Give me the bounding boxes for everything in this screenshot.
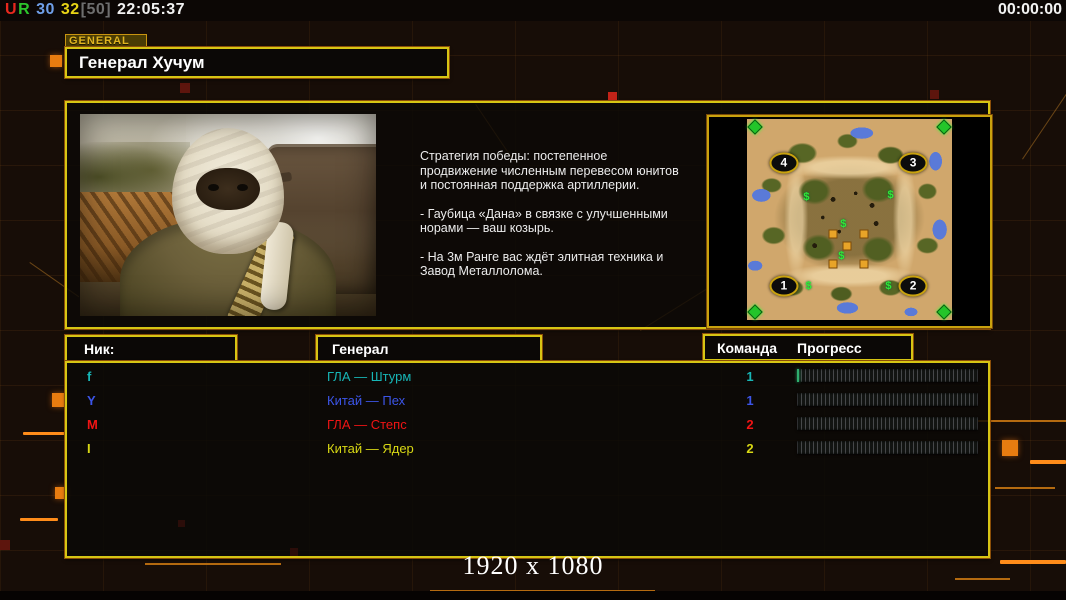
circuit-node-dim — [930, 90, 939, 99]
strategy-paragraph: - На 3м Ранге вас ждёт элитная техника и… — [420, 249, 664, 279]
reinforcement-marker-icon — [936, 304, 952, 320]
vignette — [80, 114, 376, 316]
reinforcement-marker-icon — [936, 119, 952, 135]
divider-line — [1030, 460, 1066, 464]
divider-line — [20, 518, 58, 521]
circuit-node-dim — [180, 83, 190, 93]
diagonal-trace — [1022, 59, 1066, 160]
circuit-node — [1002, 440, 1018, 456]
player-general: ГЛА — Степс — [327, 417, 407, 432]
player-general: ГЛА — Штурм — [327, 369, 412, 384]
bottom-strip — [0, 591, 1066, 600]
start-position-4: 4 — [769, 152, 799, 174]
general-name: Генерал Хучум — [79, 52, 205, 72]
player-nick: I — [87, 441, 91, 456]
supply-dock-icon: $ — [805, 279, 812, 292]
supply-dock-icon: $ — [885, 279, 892, 292]
circuit-node — [52, 393, 66, 407]
tech-building-icon — [828, 229, 838, 239]
player-nick: f — [87, 369, 92, 384]
match-timer: 00:00:00 — [997, 1, 1062, 18]
tech-building-icon — [859, 229, 869, 239]
player-row: f ГЛА — Штурм 1 — [67, 365, 988, 389]
divider-line — [995, 487, 1055, 489]
clock-time: 22:05:37 — [117, 1, 186, 18]
general-title-box: Генерал Хучум — [65, 47, 449, 78]
column-header-general: Генерал — [316, 335, 542, 362]
loading-progress-bar — [797, 393, 978, 406]
tech-building-icon — [842, 241, 852, 251]
tech-building-icon — [859, 259, 869, 269]
column-header-nick: Ник: — [65, 335, 237, 362]
start-position-2: 2 — [898, 275, 928, 297]
supply-dock-icon: $ — [803, 191, 810, 204]
minimap-frame: 4 3 1 2 $ $ $ $ $ $ — [707, 115, 992, 328]
header-label-progress: Прогресс — [797, 339, 862, 356]
stat-u: U — [5, 1, 18, 18]
strategy-description: Стратегия победы: постепенное продвижени… — [420, 149, 688, 293]
stat-cap: [50] — [80, 1, 117, 18]
general-info-panel: Стратегия победы: постепенное продвижени… — [65, 101, 992, 329]
divider-line — [23, 432, 67, 435]
header-label: Генерал — [332, 340, 389, 357]
player-general: Китай — Пех — [327, 393, 406, 408]
circuit-node — [50, 55, 62, 67]
player-row: M ГЛА — Степс 2 — [67, 413, 988, 437]
minimap: 4 3 1 2 $ $ $ $ $ $ — [747, 119, 952, 320]
header-label: Ник: — [84, 340, 115, 357]
reinforcement-marker-icon — [747, 304, 763, 320]
player-stats-readout: UR 30 32[50] 22:05:37 — [5, 1, 186, 19]
player-table: f ГЛА — Штурм 1 Y Китай — Пех 1 M ГЛА — … — [65, 361, 990, 558]
progress-fill — [797, 369, 799, 382]
supply-dock-icon: $ — [838, 249, 845, 262]
player-nick: M — [87, 417, 98, 432]
stat-rank: 30 — [36, 1, 60, 18]
loading-progress-bar — [797, 417, 978, 430]
player-row: I Китай — Ядер 2 — [67, 437, 988, 461]
general-portrait-image — [80, 114, 376, 316]
start-position-3: 3 — [898, 152, 928, 174]
loading-progress-bar — [797, 369, 978, 382]
header-label-team: Команда — [717, 339, 777, 356]
player-team: 1 — [746, 369, 754, 384]
reinforcement-marker-icon — [747, 119, 763, 135]
player-team: 2 — [746, 441, 754, 456]
stat-r: R — [18, 1, 36, 18]
start-position-1: 1 — [769, 275, 799, 297]
tech-building-icon — [828, 259, 838, 269]
strategy-paragraph: - Гаубица «Дана» в связке с улучшенными … — [420, 206, 668, 236]
player-row: Y Китай — Пех 1 — [67, 389, 988, 413]
player-team: 1 — [746, 393, 754, 408]
player-team: 2 — [746, 417, 754, 432]
player-general: Китай — Ядер — [327, 441, 414, 456]
supply-dock-icon: $ — [887, 189, 894, 202]
supply-dock-icon: $ — [840, 217, 847, 230]
strategy-paragraph: Стратегия победы: постепенное продвижени… — [420, 149, 679, 192]
stat-level: 32 — [60, 1, 80, 18]
resolution-label: 1920 x 1080 — [462, 551, 604, 580]
circuit-node-red — [608, 92, 617, 101]
column-header-team-progress: Команда Прогресс — [703, 334, 913, 361]
loading-progress-bar — [797, 441, 978, 454]
game-loading-screen: UR 30 32[50] 22:05:37 00:00:00 GENERAL Г… — [0, 0, 1066, 600]
circuit-node-dim — [0, 540, 10, 550]
player-nick: Y — [87, 393, 96, 408]
